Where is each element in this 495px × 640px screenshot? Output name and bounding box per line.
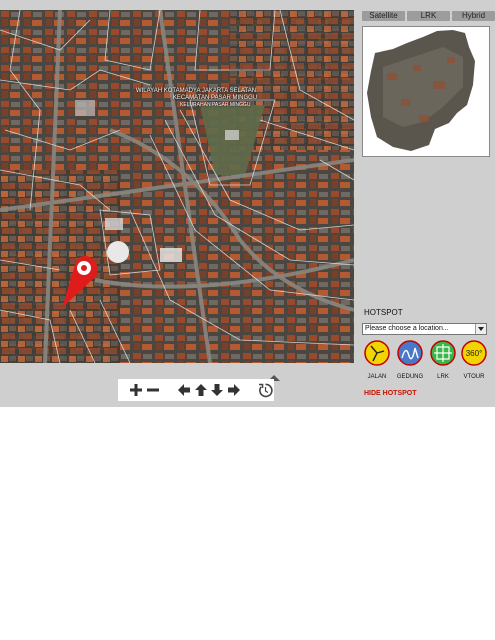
- minimap-region-shape: [363, 27, 489, 156]
- location-select-value: Please choose a location...: [365, 325, 449, 332]
- tab-hybrid[interactable]: Hybrid: [452, 11, 495, 21]
- satellite-imagery: [0, 10, 354, 363]
- map-label-subdistrict: KELURAHAN PASAR MINGGU: [180, 102, 251, 108]
- category-jalan-button[interactable]: JALAN: [362, 340, 392, 380]
- road-icon: [364, 340, 390, 366]
- location-pin-icon[interactable]: [56, 254, 100, 310]
- hide-hotspot-link[interactable]: HIDE HOTSPOT: [364, 390, 417, 397]
- map-layer-tabs: Satellite LRK Hybrid: [362, 11, 495, 21]
- pan-up-icon[interactable]: [193, 382, 209, 398]
- overview-minimap[interactable]: [362, 26, 490, 157]
- lrk-grid-icon: [430, 340, 456, 366]
- zoom-out-icon[interactable]: [145, 382, 161, 398]
- tab-satellite[interactable]: Satellite: [362, 11, 405, 21]
- building-icon: [397, 340, 423, 366]
- location-select[interactable]: Please choose a location...: [362, 323, 487, 335]
- zoom-in-icon[interactable]: [128, 382, 144, 398]
- tab-lrk[interactable]: LRK: [407, 11, 450, 21]
- satellite-map-view[interactable]: WILAYAH KOTAMADYA JAKARTA SELATAN KECAMA…: [0, 10, 354, 363]
- category-lrk-label: LRK: [437, 374, 449, 380]
- pan-down-icon[interactable]: [209, 382, 225, 398]
- category-gedung-button[interactable]: GEDUNG: [395, 340, 425, 380]
- category-vtour-label: VTOUR: [463, 374, 485, 380]
- pan-right-icon[interactable]: [226, 382, 242, 398]
- hotspot-categories: JALAN GEDUNG LRK 360° VTOUR: [362, 340, 492, 380]
- hotspot-title: HOTSPOT: [364, 308, 403, 317]
- map-label-region: WILAYAH KOTAMADYA JAKARTA SELATAN: [135, 88, 257, 94]
- pan-left-icon[interactable]: [176, 382, 192, 398]
- map-label-district: KECAMATAN PASAR MINGGU: [172, 95, 258, 101]
- category-lrk-button[interactable]: LRK: [428, 340, 458, 380]
- chevron-down-icon[interactable]: [475, 324, 486, 334]
- svg-text:360°: 360°: [466, 349, 483, 358]
- virtual-tour-360-icon: 360°: [461, 340, 487, 366]
- category-gedung-label: GEDUNG: [396, 374, 424, 380]
- category-vtour-button[interactable]: 360° VTOUR: [459, 340, 489, 380]
- map-application: WILAYAH KOTAMADYA JAKARTA SELATAN KECAMA…: [0, 0, 495, 407]
- reset-view-icon[interactable]: [257, 382, 273, 398]
- category-jalan-label: JALAN: [367, 374, 387, 380]
- map-navigation-toolbar: [118, 379, 274, 401]
